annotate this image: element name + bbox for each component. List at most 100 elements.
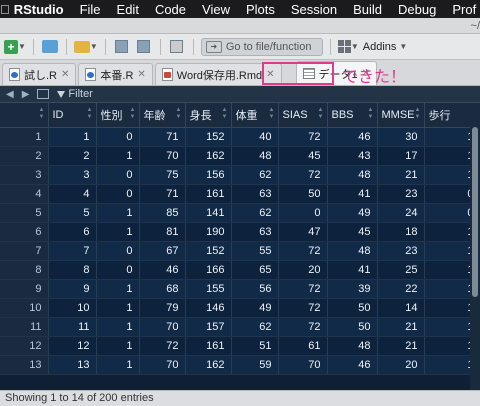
column-header[interactable]: 性別 ▲ ▼ bbox=[96, 103, 140, 128]
menu-file[interactable]: File bbox=[72, 2, 109, 17]
vertical-scrollbar[interactable] bbox=[470, 127, 480, 390]
table-cell: 30 bbox=[377, 127, 425, 147]
back-arrow-icon[interactable]: ◀ bbox=[6, 89, 14, 100]
table-cell: 48 bbox=[231, 146, 279, 166]
print-button[interactable] bbox=[168, 38, 186, 56]
r-file-icon bbox=[9, 68, 20, 81]
new-file-button[interactable]: + ▼ bbox=[4, 38, 26, 56]
table-cell: 72 bbox=[278, 165, 328, 185]
table-cell: 152 bbox=[185, 127, 232, 147]
table-cell: 62 bbox=[231, 317, 279, 337]
divider bbox=[65, 38, 67, 55]
table-cell: 146 bbox=[185, 298, 232, 318]
tab-test-r[interactable]: 試し.R ✕ bbox=[2, 63, 77, 85]
column-header[interactable]: SIAS ▲ ▼ bbox=[278, 103, 328, 128]
menu-session[interactable]: Session bbox=[283, 2, 345, 17]
table-cell: 68 bbox=[139, 279, 186, 299]
popout-icon[interactable] bbox=[37, 89, 50, 99]
apple-icon[interactable]:  bbox=[0, 2, 10, 17]
menu-plots[interactable]: Plots bbox=[238, 2, 283, 17]
table-row: 44071161635041230 bbox=[0, 184, 480, 204]
menu-view[interactable]: View bbox=[194, 2, 238, 17]
divider bbox=[192, 38, 194, 55]
menu-code[interactable]: Code bbox=[147, 2, 194, 17]
plus-icon: + bbox=[4, 39, 18, 54]
table-cell: 72 bbox=[278, 127, 328, 147]
menu-debug[interactable]: Debug bbox=[390, 2, 444, 17]
table-cell: 75 bbox=[139, 165, 186, 185]
table-cell: 72 bbox=[278, 279, 328, 299]
scrollbar-thumb[interactable] bbox=[472, 127, 478, 297]
sort-icon: ▲ ▼ bbox=[221, 107, 228, 120]
window-titlebar: ~/ bbox=[0, 18, 480, 34]
table-cell: 1 bbox=[96, 279, 140, 299]
table-header-row: ▲ ▼ ID ▲ ▼ 性別 ▲ ▼ 年齢 ▲ ▼ 身長 ▲ ▼ 体重 ▲ ▼ SIAS ▲ ▼ BBS ▲ ▼… bbox=[0, 103, 480, 128]
goto-file-function-input[interactable]: ➜ Go to file/function bbox=[200, 37, 323, 56]
data-table-container: ▲ ▼ ID ▲ ▼ 性別 ▲ ▼ 年齢 ▲ ▼ 身長 ▲ ▼ 体重 ▲ ▼ SIAS ▲ ▼ BBS ▲ ▼… bbox=[0, 103, 480, 390]
table-cell: 13 bbox=[48, 355, 97, 375]
table-cell: 55 bbox=[231, 241, 279, 261]
divider bbox=[329, 38, 331, 55]
table-cell: 65 bbox=[231, 260, 279, 280]
table-row: 1010179146497250141 bbox=[0, 298, 480, 318]
row-number: 7 bbox=[0, 241, 49, 261]
table-cell: 46 bbox=[327, 355, 378, 375]
workspace-panes-button[interactable]: ▼ bbox=[337, 38, 359, 56]
table-cell: 22 bbox=[377, 279, 425, 299]
table-cell: 156 bbox=[185, 165, 232, 185]
window-title: ~/ bbox=[470, 20, 480, 32]
column-header[interactable]: ID ▲ ▼ bbox=[48, 103, 97, 128]
table-cell: 47 bbox=[278, 222, 328, 242]
table-cell: 45 bbox=[327, 222, 378, 242]
table-cell: 43 bbox=[327, 146, 378, 166]
tab-honban-r[interactable]: 本番.R ✕ bbox=[78, 63, 153, 85]
table-cell: 50 bbox=[327, 298, 378, 318]
table-cell: 1 bbox=[96, 222, 140, 242]
table-row: 88046166652041251 bbox=[0, 260, 480, 280]
open-file-button[interactable]: ▼ bbox=[73, 38, 98, 56]
table-cell: 1 bbox=[96, 298, 140, 318]
highlight-box bbox=[262, 62, 334, 85]
table-cell: 20 bbox=[278, 260, 328, 280]
addins-button[interactable]: Addins ▼ bbox=[363, 38, 408, 56]
save-icon bbox=[115, 40, 129, 53]
table-cell: 72 bbox=[278, 298, 328, 318]
table-cell: 48 bbox=[327, 336, 378, 356]
table-cell: 56 bbox=[231, 279, 279, 299]
table-body: 1107115240724630122170162484543171330751… bbox=[0, 127, 480, 375]
menu-build[interactable]: Build bbox=[345, 2, 390, 17]
save-button[interactable] bbox=[113, 38, 131, 56]
table-cell: 21 bbox=[377, 317, 425, 337]
column-header[interactable]: 体重 ▲ ▼ bbox=[231, 103, 279, 128]
table-cell: 70 bbox=[139, 355, 186, 375]
table-cell: 1 bbox=[96, 336, 140, 356]
new-project-button[interactable] bbox=[41, 38, 59, 56]
data-table: ▲ ▼ ID ▲ ▼ 性別 ▲ ▼ 年齢 ▲ ▼ 身長 ▲ ▼ 体重 ▲ ▼ SIAS ▲ ▼ BBS ▲ ▼… bbox=[0, 103, 480, 375]
save-all-button[interactable] bbox=[135, 38, 153, 56]
table-cell: 70 bbox=[139, 317, 186, 337]
table-cell: 48 bbox=[327, 165, 378, 185]
forward-arrow-icon[interactable]: ▶ bbox=[22, 89, 30, 100]
close-icon[interactable]: ✕ bbox=[137, 69, 145, 80]
column-header[interactable]: 年齢 ▲ ▼ bbox=[139, 103, 186, 128]
table-cell: 72 bbox=[278, 241, 328, 261]
menu-edit[interactable]: Edit bbox=[109, 2, 147, 17]
close-icon[interactable]: ✕ bbox=[61, 69, 69, 80]
table-cell: 1 bbox=[48, 127, 97, 147]
filter-button[interactable]: Filter bbox=[57, 88, 93, 100]
column-header[interactable]: 歩行 bbox=[424, 103, 480, 128]
column-header[interactable]: MMSE ▲ ▼ bbox=[377, 103, 425, 128]
table-cell: 9 bbox=[48, 279, 97, 299]
menu-rstudio[interactable]: RStudio bbox=[10, 2, 72, 17]
goto-placeholder: Go to file/function bbox=[225, 40, 312, 53]
row-number: 13 bbox=[0, 355, 49, 375]
menu-profile[interactable]: Prof bbox=[444, 2, 480, 17]
column-header[interactable]: BBS ▲ ▼ bbox=[327, 103, 378, 128]
table-cell: 157 bbox=[185, 317, 232, 337]
table-cell: 141 bbox=[185, 203, 232, 223]
table-cell: 162 bbox=[185, 355, 232, 375]
main-toolbar: + ▼ ▼ ➜ Go to file/function ▼ Addins ▼ bbox=[0, 34, 480, 60]
column-header[interactable]: 身長 ▲ ▼ bbox=[185, 103, 232, 128]
table-cell: 24 bbox=[377, 203, 425, 223]
table-cell: 50 bbox=[278, 184, 328, 204]
